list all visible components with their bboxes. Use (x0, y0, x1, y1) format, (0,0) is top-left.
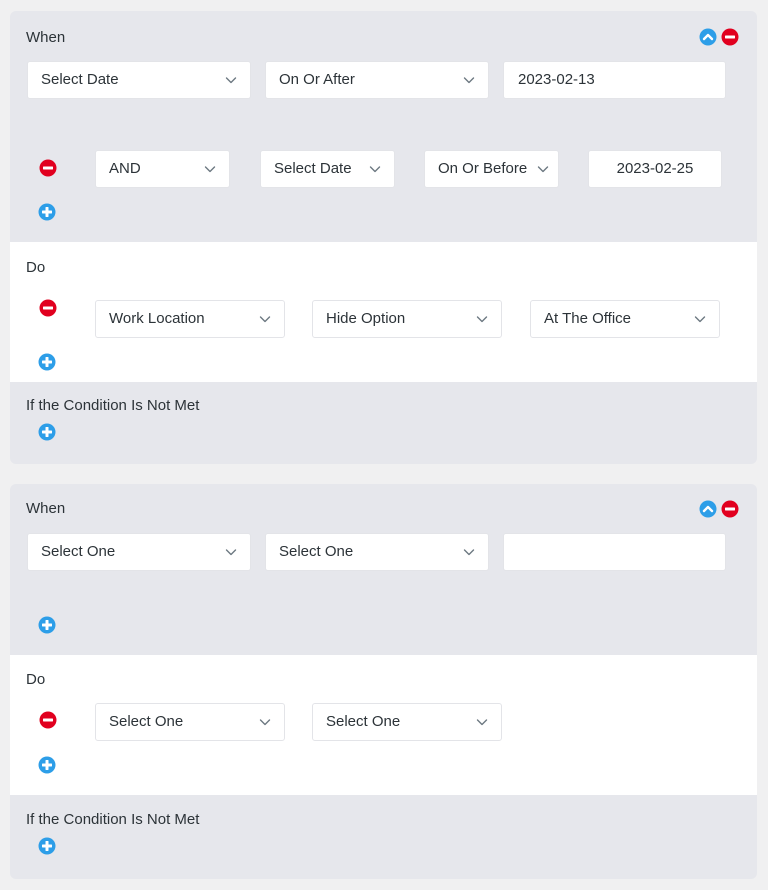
when-heading: When (26, 500, 66, 517)
condition-field-value: Select Date (41, 71, 119, 88)
do-heading: Do (26, 259, 46, 276)
condition-field-value: Select One (41, 543, 116, 560)
action-type-select[interactable]: Select One (312, 703, 502, 741)
chevron-down-icon (224, 545, 238, 559)
condition-field-value: Select Date (274, 160, 352, 177)
action-option-value: At The Office (544, 310, 631, 327)
chevron-down-icon (475, 715, 489, 729)
chevron-down-icon (693, 312, 707, 326)
chevron-down-icon (462, 73, 476, 87)
condition-value-input[interactable]: 2023-02-25 (588, 150, 722, 188)
connector-select[interactable]: AND (95, 150, 230, 188)
do-section: Do Select One Select One (10, 655, 757, 795)
add-condition-icon[interactable] (38, 203, 56, 221)
action-field-select[interactable]: Select One (95, 703, 285, 741)
chevron-down-icon (475, 312, 489, 326)
action-type-select[interactable]: Hide Option (312, 300, 502, 338)
condition-field-select[interactable]: Select One (27, 533, 251, 571)
condition-operator-value: Select One (279, 543, 354, 560)
action-type-value: Select One (326, 713, 401, 730)
chevron-down-icon (203, 162, 217, 176)
condition-operator-value: On Or After (279, 71, 355, 88)
condition-value-input[interactable]: 2023-02-13 (503, 61, 726, 99)
remove-block-icon[interactable] (721, 28, 739, 46)
move-up-icon[interactable] (699, 28, 717, 46)
add-condition-icon[interactable] (38, 616, 56, 634)
when-heading: When (26, 29, 66, 46)
action-type-value: Hide Option (326, 310, 406, 327)
remove-action-icon[interactable] (39, 711, 57, 729)
condition-operator-select[interactable]: Select One (265, 533, 489, 571)
do-heading: Do (26, 671, 46, 688)
action-field-select[interactable]: Work Location (95, 300, 285, 338)
action-field-value: Select One (109, 713, 184, 730)
condition-operator-select[interactable]: On Or After (265, 61, 489, 99)
condition-value-input[interactable] (503, 533, 726, 571)
action-field-value: Work Location (109, 310, 205, 327)
add-action-icon[interactable] (38, 353, 56, 371)
condition-operator-value: On Or Before (438, 160, 528, 177)
chevron-down-icon (258, 312, 272, 326)
add-else-action-icon[interactable] (38, 837, 56, 855)
chevron-down-icon (462, 545, 476, 559)
condition-field-select[interactable]: Select Date (27, 61, 251, 99)
chevron-down-icon (258, 715, 272, 729)
connector-value: AND (109, 160, 141, 177)
condition-field-select[interactable]: Select Date (260, 150, 395, 188)
action-option-select[interactable]: At The Office (530, 300, 720, 338)
chevron-down-icon (224, 73, 238, 87)
chevron-down-icon (536, 162, 550, 176)
else-heading: If the Condition Is Not Met (26, 397, 200, 414)
remove-action-icon[interactable] (39, 299, 57, 317)
conditional-logic-block: When Select Date On Or After 2023-02-13 … (10, 11, 757, 464)
remove-condition-icon[interactable] (39, 159, 57, 177)
remove-block-icon[interactable] (721, 500, 739, 518)
add-else-action-icon[interactable] (38, 423, 56, 441)
do-section: Do Work Location Hide Option At The Offi… (10, 242, 757, 382)
else-heading: If the Condition Is Not Met (26, 811, 200, 828)
condition-operator-select[interactable]: On Or Before (424, 150, 559, 188)
move-up-icon[interactable] (699, 500, 717, 518)
chevron-down-icon (368, 162, 382, 176)
add-action-icon[interactable] (38, 756, 56, 774)
conditional-logic-block: When Select One Select One Do Select One… (10, 484, 757, 879)
